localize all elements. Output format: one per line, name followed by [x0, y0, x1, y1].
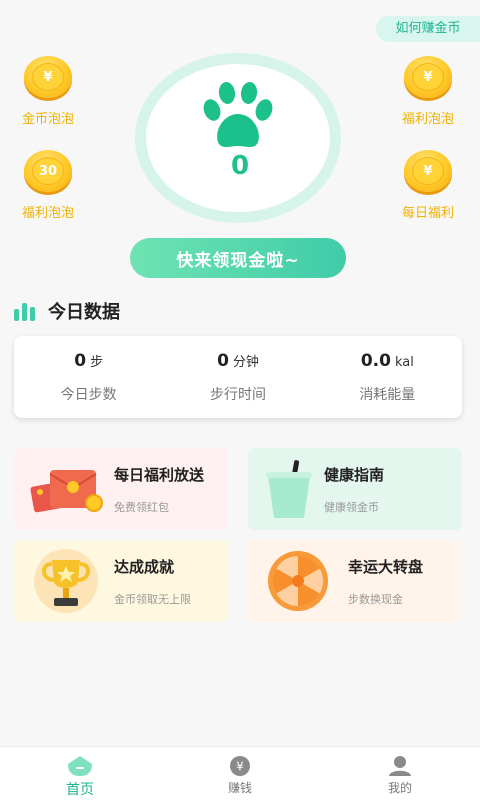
bubble-gold-coins[interactable]: ¥ 金币泡泡: [8, 56, 88, 127]
today-stats-card: 0步 今日步数 0 分钟 步行时间 0.0 kal 消耗能量: [14, 336, 462, 418]
coin-icon: ¥: [404, 56, 452, 98]
section-today-data: 今日数据: [14, 298, 120, 324]
user-icon: [389, 756, 411, 776]
stat-walk-time: 0 分钟 步行时间: [163, 336, 312, 418]
card-title: 达成成就: [114, 557, 175, 576]
stat-value: 0: [217, 351, 229, 371]
stat-unit: kal: [394, 355, 414, 370]
stat-value: 0.0: [360, 351, 391, 371]
bar-chart-icon: [14, 301, 38, 321]
red-envelope-icon: [14, 448, 114, 530]
bubble-label: 福利泡泡: [21, 206, 74, 221]
bubble-label: 每日福利: [401, 206, 454, 221]
bubble-welfare[interactable]: ¥ 福利泡泡: [388, 56, 468, 127]
drink-cup-icon: [248, 448, 324, 530]
card-title: 幸运大转盘: [348, 557, 424, 576]
card-subtitle: 金币领取无上限: [114, 592, 191, 606]
card-lucky-wheel[interactable]: 幸运大转盘 步数换现金: [248, 540, 462, 622]
yuan-coin-icon: ¥: [230, 756, 250, 776]
stat-unit: 分钟: [232, 355, 259, 370]
section-title: 今日数据: [48, 302, 120, 323]
stat-energy: 0.0 kal 消耗能量: [313, 336, 462, 418]
paw-icon: [203, 82, 273, 147]
wheel-icon: [248, 540, 348, 622]
how-to-earn-button[interactable]: 如何赚金币: [376, 16, 480, 42]
card-subtitle: 健康领金币: [324, 500, 379, 514]
bubble-label: 福利泡泡: [401, 112, 454, 127]
trophy-icon: [14, 540, 114, 622]
svg-text:¥: ¥: [236, 760, 244, 774]
tab-label: 我的: [387, 781, 412, 795]
card-health-guide[interactable]: 健康指南 健康领金币: [248, 448, 462, 530]
stat-label: 步行时间: [209, 387, 266, 403]
stat-value: 0: [74, 351, 87, 371]
bottom-tab-bar: 首页 ¥ 赚钱 我的: [0, 746, 480, 800]
stat-label: 今日步数: [60, 387, 117, 403]
tab-home[interactable]: 首页: [0, 747, 160, 800]
tab-label: 首页: [66, 782, 94, 798]
stat-unit: 步: [90, 355, 104, 370]
card-achievements[interactable]: 达成成就 金币领取无上限: [14, 540, 228, 622]
bubble-label: 金币泡泡: [21, 112, 74, 127]
home-icon: [68, 756, 92, 776]
tab-earn[interactable]: ¥ 赚钱: [160, 747, 320, 800]
coin-icon: ¥: [24, 56, 72, 98]
stat-label: 消耗能量: [359, 387, 416, 403]
step-count: 0: [230, 151, 250, 181]
tab-label: 赚钱: [227, 781, 252, 795]
card-daily-welfare[interactable]: 每日福利放送 免费领红包: [14, 448, 228, 530]
card-subtitle: 免费领红包: [114, 500, 169, 514]
claim-cash-button[interactable]: 快来领现金啦~: [130, 238, 346, 278]
card-subtitle: 步数换现金: [348, 592, 403, 606]
tab-mine[interactable]: 我的: [320, 747, 480, 800]
stat-steps: 0步 今日步数: [14, 336, 163, 418]
card-title: 每日福利放送: [114, 465, 205, 484]
card-title: 健康指南: [324, 465, 385, 484]
